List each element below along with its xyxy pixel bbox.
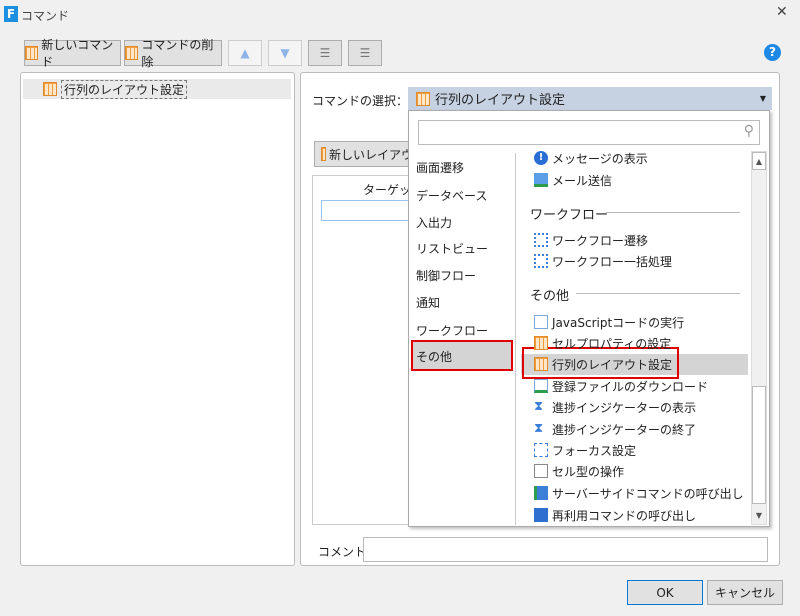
- ok-button[interactable]: OK: [627, 580, 703, 605]
- help-icon[interactable]: ?: [764, 44, 781, 61]
- item-progress-show[interactable]: ⧗ 進捗インジケーターの表示: [534, 397, 696, 417]
- mail-icon: [534, 173, 548, 187]
- move-up-button[interactable]: ▲: [228, 40, 262, 66]
- cancel-button[interactable]: キャンセル: [707, 580, 783, 605]
- move-down-button[interactable]: ▼: [268, 40, 302, 66]
- category-workflow[interactable]: ワークフロー: [416, 322, 488, 339]
- header-line: [606, 212, 740, 213]
- label: コマンドの削除: [141, 38, 214, 69]
- item-label: 登録ファイルのダウンロード: [552, 379, 709, 394]
- info-icon: !: [534, 151, 548, 165]
- category-notify[interactable]: 通知: [416, 294, 440, 311]
- item-label: セルプロパティの設定: [552, 336, 672, 351]
- category-other[interactable]: その他: [416, 348, 452, 365]
- category-io[interactable]: 入出力: [416, 214, 452, 231]
- label: 新しいレイアウ: [328, 147, 413, 162]
- new-icon: [321, 147, 326, 161]
- workflow-icon: [534, 254, 548, 268]
- category-control-flow[interactable]: 制御フロー: [416, 267, 476, 284]
- item-celltype[interactable]: セル型の操作: [534, 461, 624, 481]
- item-label: JavaScriptコードの実行: [552, 315, 685, 330]
- item-label: ワークフロー一括処理: [552, 254, 673, 269]
- indent-button[interactable]: ☰: [308, 40, 342, 66]
- new-layout-button[interactable]: 新しいレイアウ: [314, 141, 414, 167]
- chevron-down-icon: ▼: [759, 94, 766, 103]
- grid-layout-icon: [43, 82, 57, 96]
- server-command-icon: [534, 486, 548, 500]
- selected-value: 行列のレイアウト設定: [435, 93, 566, 108]
- item-label: 進捗インジケーターの終了: [552, 422, 697, 437]
- header-line: [576, 293, 740, 294]
- scroll-down-button[interactable]: ▼: [752, 508, 766, 524]
- focus-icon: [534, 443, 548, 457]
- item-workflow-batch[interactable]: ワークフロー一括処理: [534, 251, 672, 271]
- item-mail[interactable]: メール送信: [534, 170, 612, 190]
- close-button[interactable]: ✕: [776, 4, 788, 20]
- scrollbar[interactable]: ▲ ▼: [751, 151, 767, 525]
- layout-table: ターゲット: [312, 175, 423, 525]
- window-title: コマンド: [21, 9, 70, 23]
- app-icon: F: [4, 6, 18, 22]
- group-header-other: その他: [530, 285, 579, 304]
- new-command-button[interactable]: 新しいコマンド: [24, 38, 121, 69]
- hourglass-icon: ⧗: [534, 399, 544, 414]
- item-label: メール送信: [552, 173, 613, 188]
- item-label: メッセージの表示: [552, 151, 648, 166]
- group-header-workflow: ワークフロー: [530, 204, 740, 223]
- command-select[interactable]: 行列のレイアウト設定 ▼: [408, 87, 772, 110]
- category-listview[interactable]: リストビュー: [416, 240, 488, 257]
- item-label: ワークフロー遷移: [552, 233, 649, 248]
- item-label: サーバーサイドコマンドの呼び出し: [552, 486, 744, 501]
- new-icon: [25, 46, 39, 60]
- tree-item[interactable]: 行列のレイアウト設定: [23, 79, 291, 99]
- delete-icon: [125, 46, 139, 60]
- item-label: セル型の操作: [552, 464, 625, 479]
- search-icon: ⚲: [743, 123, 754, 139]
- download-icon: [534, 379, 548, 393]
- celltype-gear-icon: [534, 464, 548, 478]
- item-cell-property[interactable]: セルプロパティの設定: [534, 333, 671, 353]
- item-label: フォーカス設定: [552, 443, 637, 458]
- item-label: 再利用コマンドの呼び出し: [552, 508, 697, 523]
- item-row-layout[interactable]: 行列のレイアウト設定: [534, 354, 672, 374]
- hourglass-icon: ⧗: [534, 421, 544, 436]
- item-reusable-command[interactable]: 再利用コマンドの呼び出し: [534, 505, 696, 525]
- command-tree: 行列のレイアウト設定: [20, 72, 295, 566]
- category-database[interactable]: データベース: [416, 187, 487, 204]
- comment-input[interactable]: [363, 537, 768, 562]
- select-label: コマンドの選択：: [312, 94, 409, 108]
- item-workflow-transition[interactable]: ワークフロー遷移: [534, 230, 648, 250]
- workflow-icon: [534, 233, 548, 247]
- table-cell-input[interactable]: [321, 200, 415, 221]
- grid-layout-icon: [416, 91, 430, 106]
- scroll-up-button[interactable]: ▲: [752, 152, 766, 170]
- item-javascript[interactable]: JavaScriptコードの実行: [534, 312, 684, 332]
- item-server-command[interactable]: サーバーサイドコマンドの呼び出し: [534, 483, 744, 503]
- search-input[interactable]: ⚲: [418, 120, 760, 145]
- tree-item-label: 行列のレイアウト設定: [61, 79, 188, 99]
- js-file-icon: [534, 315, 548, 329]
- item-label: 進捗インジケーターの表示: [552, 400, 697, 415]
- item-focus[interactable]: フォーカス設定: [534, 440, 636, 460]
- scroll-thumb[interactable]: [752, 386, 766, 504]
- item-message[interactable]: ! メッセージの表示: [534, 148, 648, 168]
- outdent-button[interactable]: ☰: [348, 40, 382, 66]
- item-label: 行列のレイアウト設定: [552, 357, 673, 372]
- delete-command-button[interactable]: コマンドの削除: [124, 38, 222, 69]
- reusable-command-icon: [534, 508, 548, 522]
- comment-label: コメント: [318, 545, 367, 559]
- label: 新しいコマンド: [41, 38, 114, 69]
- category-screen[interactable]: 画面遷移: [416, 159, 464, 176]
- category-divider: [515, 153, 516, 525]
- grid-layout-icon: [534, 357, 548, 371]
- cell-property-icon: [534, 336, 548, 350]
- item-progress-end[interactable]: ⧗ 進捗インジケーターの終了: [534, 419, 696, 439]
- item-download[interactable]: 登録ファイルのダウンロード: [534, 376, 708, 396]
